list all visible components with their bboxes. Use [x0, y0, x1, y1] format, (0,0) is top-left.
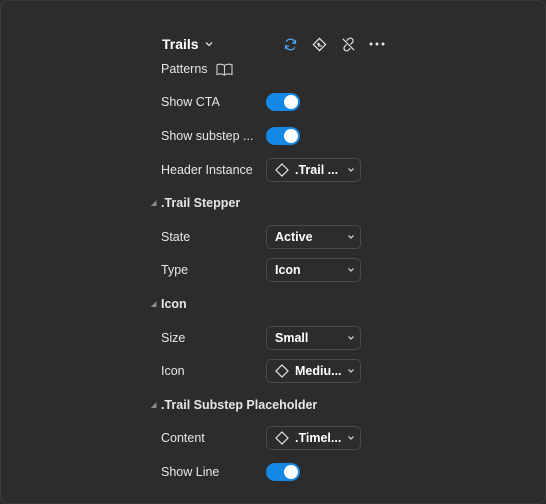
sync-icon[interactable] [282, 36, 298, 52]
header-instance-value: .Trail ... [295, 163, 339, 177]
more-icon[interactable] [369, 36, 385, 52]
type-select[interactable]: Icon [266, 258, 361, 282]
state-value: Active [275, 230, 313, 244]
type-label: Type [161, 263, 189, 277]
show-cta-label: Show CTA [161, 95, 220, 109]
icon-label: Icon [161, 364, 185, 378]
prop-row-header-instance: Header Instance .Trail ... [161, 158, 421, 182]
show-line-toggle[interactable] [266, 463, 300, 481]
collapse-caret-icon: ◢ [151, 402, 157, 409]
chevron-down-icon[interactable] [205, 41, 213, 47]
show-cta-toggle[interactable] [266, 93, 300, 111]
book-icon[interactable] [216, 63, 233, 76]
chevron-down-icon [342, 368, 360, 374]
type-value: Icon [275, 263, 301, 277]
toggle-knob [284, 95, 298, 109]
size-label: Size [161, 331, 186, 345]
prop-row-icon: Icon Mediu... [161, 359, 421, 383]
state-label: State [161, 230, 191, 244]
collapse-caret-icon: ◢ [151, 200, 157, 207]
size-select[interactable]: Small [266, 326, 361, 350]
header-instance-label: Header Instance [161, 163, 253, 177]
detach-icon[interactable] [340, 36, 356, 52]
patterns-link[interactable]: Patterns [161, 60, 233, 78]
toggle-knob [284, 129, 298, 143]
chevron-down-icon [342, 234, 360, 240]
toggle-knob [284, 465, 298, 479]
section-trail-stepper[interactable]: ◢ .Trail Stepper [151, 194, 240, 212]
go-to-main-icon[interactable] [311, 36, 327, 52]
chevron-down-icon [342, 167, 360, 173]
instance-diamond-icon [275, 162, 291, 178]
instance-diamond-icon [275, 363, 291, 379]
prop-row-size: Size Small [161, 326, 421, 350]
icon-value: Mediu... [295, 364, 342, 378]
prop-row-content: Content .Timel... [161, 426, 421, 450]
show-substep-toggle[interactable] [266, 127, 300, 145]
collapse-caret-icon: ◢ [151, 301, 157, 308]
chevron-down-icon [342, 435, 360, 441]
state-select[interactable]: Active [266, 225, 361, 249]
prop-row-show-cta: Show CTA [161, 90, 421, 114]
panel-title[interactable]: Trails [162, 36, 199, 52]
panel-header: Trails [162, 33, 392, 55]
properties-panel: Trails Patterns Show CTA Show substep ..… [0, 0, 546, 504]
show-line-label: Show Line [161, 465, 220, 479]
substep-placeholder-title: .Trail Substep Placeholder [161, 398, 318, 412]
show-substep-label: Show substep ... [161, 129, 254, 143]
trail-stepper-title: .Trail Stepper [161, 196, 241, 210]
content-select[interactable]: .Timel... [266, 426, 361, 450]
prop-row-state: State Active [161, 225, 421, 249]
instance-diamond-icon [275, 430, 291, 446]
prop-row-show-substep: Show substep ... [161, 124, 421, 148]
section-trail-substep-placeholder[interactable]: ◢ .Trail Substep Placeholder [151, 396, 317, 414]
prop-row-show-line: Show Line [161, 460, 421, 484]
chevron-down-icon [342, 267, 360, 273]
prop-row-type: Type Icon [161, 258, 421, 282]
chevron-down-icon [342, 335, 360, 341]
content-label: Content [161, 431, 205, 445]
icon-section-title: Icon [161, 297, 187, 311]
size-value: Small [275, 331, 309, 345]
patterns-label: Patterns [161, 62, 208, 76]
content-value: .Timel... [295, 431, 342, 445]
icon-select[interactable]: Mediu... [266, 359, 361, 383]
section-icon[interactable]: ◢ Icon [151, 295, 187, 313]
header-instance-select[interactable]: .Trail ... [266, 158, 361, 182]
header-actions [282, 33, 385, 55]
